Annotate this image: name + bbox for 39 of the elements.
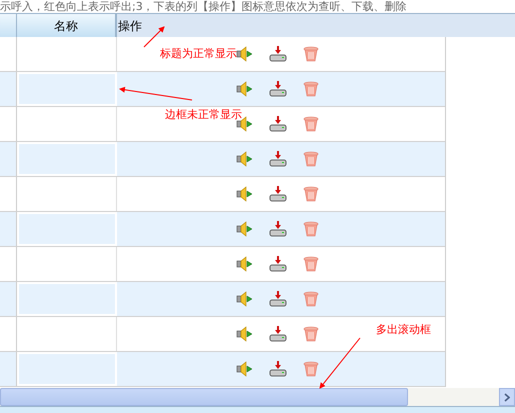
trash-icon[interactable]	[302, 80, 320, 98]
trash-icon[interactable]	[302, 185, 320, 203]
trash-icon[interactable]	[302, 255, 320, 273]
column-header[interactable]: 名称	[17, 14, 117, 37]
download-icon[interactable]	[269, 255, 287, 273]
chevron-right-icon	[504, 392, 510, 402]
speaker-icon[interactable]	[236, 45, 254, 63]
annotation-text: 边框未正常显示	[165, 108, 242, 121]
speaker-icon[interactable]	[236, 80, 254, 98]
note-text: 示呼入，红色向上表示呼出;3，下表的列【操作】图标意思依次为查听、下载、删除	[0, 0, 407, 14]
trash-icon[interactable]	[302, 220, 320, 238]
speaker-icon[interactable]	[236, 290, 254, 308]
speaker-icon[interactable]	[236, 255, 254, 273]
download-icon[interactable]	[269, 115, 287, 133]
speaker-icon[interactable]	[236, 185, 254, 203]
speaker-icon[interactable]	[236, 325, 254, 343]
download-icon[interactable]	[269, 185, 287, 203]
download-icon[interactable]	[269, 325, 287, 343]
column-header[interactable]: 操作	[117, 14, 515, 37]
trash-icon[interactable]	[302, 45, 320, 63]
scrollbar-thumb[interactable]	[0, 388, 408, 406]
trash-icon[interactable]	[302, 325, 320, 343]
download-icon[interactable]	[269, 290, 287, 308]
horizontal-scrollbar[interactable]	[0, 388, 515, 406]
speaker-icon[interactable]	[236, 220, 254, 238]
trash-icon[interactable]	[302, 360, 320, 378]
download-icon[interactable]	[269, 150, 287, 168]
scroll-right-button[interactable]	[499, 388, 515, 406]
annotation-text: 标题为正常显示	[160, 47, 237, 60]
trash-icon[interactable]	[302, 150, 320, 168]
speaker-icon[interactable]	[236, 360, 254, 378]
download-icon[interactable]	[269, 220, 287, 238]
speaker-icon[interactable]	[236, 150, 254, 168]
download-icon[interactable]	[269, 45, 287, 63]
download-icon[interactable]	[269, 360, 287, 378]
download-icon[interactable]	[269, 80, 287, 98]
annotation-text: 多出滚动框	[376, 323, 431, 336]
trash-icon[interactable]	[302, 290, 320, 308]
trash-icon[interactable]	[302, 115, 320, 133]
